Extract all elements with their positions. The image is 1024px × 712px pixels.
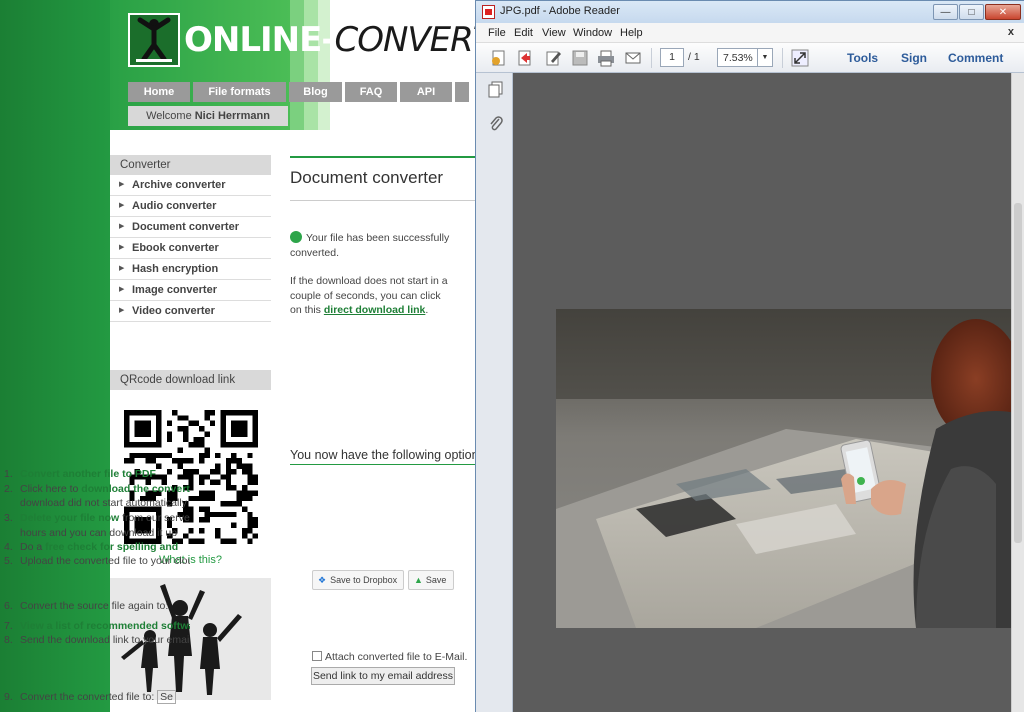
sidebar-item-hash[interactable]: Hash encryption (110, 259, 271, 280)
comment-button[interactable]: Comment (948, 51, 1003, 65)
success-message: Your file has been successfully converte… (290, 231, 460, 260)
option-9: 9. Convert the converted file to: Se (4, 690, 190, 705)
menu-window[interactable]: Window (573, 27, 612, 39)
chevron-down-icon[interactable]: ▼ (757, 49, 772, 66)
nav-file-formats[interactable]: File formats (193, 82, 286, 102)
option-2-continued: download did not start automatically (20, 497, 187, 509)
welcome-prefix: Welcome (146, 110, 192, 122)
welcome-bar[interactable]: Welcome Nici Herrmann (128, 106, 288, 126)
convert-format-select[interactable]: Se (157, 690, 177, 704)
page-total: / 1 (688, 51, 700, 63)
maximize-button[interactable]: □ (959, 4, 984, 20)
option-4: 4. Do a free check for spelling and (4, 541, 179, 553)
scrollbar-thumb[interactable] (1014, 203, 1022, 543)
option-2: 2.Click here to download the converted f… (4, 483, 190, 495)
nav-overflow-item[interactable] (455, 82, 469, 102)
sidebar-item-archive[interactable]: Archive converter (110, 175, 271, 196)
site-logo[interactable]: ONLINE-CONVERT (128, 10, 494, 70)
logo-text-convert: CONVERT (334, 20, 493, 60)
edit-pdf-icon[interactable] (544, 49, 562, 67)
page-title: Document converter (290, 168, 444, 187)
nav-blog[interactable]: Blog (289, 82, 342, 102)
document-area[interactable] (513, 73, 1024, 712)
export-pdf-icon[interactable] (516, 49, 534, 67)
close-document-button[interactable]: x (1008, 26, 1014, 38)
attachments-paperclip-icon[interactable] (488, 115, 504, 133)
page-number-input[interactable]: 1 (660, 48, 684, 67)
minimize-button[interactable]: — (933, 4, 958, 20)
pdf-page-photo (556, 309, 1024, 628)
qr-heading: QRcode download link (110, 370, 271, 390)
toolbar: 1 / 1 7.53% ▼ Tools Sign Comment (476, 43, 1024, 73)
options-title: You now have the following options: (290, 448, 480, 462)
create-pdf-icon[interactable] (490, 49, 508, 67)
direct-download-link[interactable]: direct download link (324, 304, 426, 316)
option-1[interactable]: 1. Convert another file to PDF (4, 467, 190, 482)
tools-button[interactable]: Tools (847, 51, 878, 65)
close-button[interactable]: ✕ (985, 4, 1021, 20)
welcome-user: Nici Herrmann (194, 110, 270, 122)
save-to-drive-button[interactable]: ▲ Save (408, 570, 454, 590)
page-thumbnails-icon[interactable] (488, 81, 504, 99)
sidebar-item-audio[interactable]: Audio converter (110, 196, 271, 217)
zoom-select[interactable]: 7.53% ▼ (717, 48, 773, 67)
logo-figure-icon (128, 13, 180, 67)
attach-file-checkbox[interactable] (312, 651, 322, 661)
options-section: You now have the following options: (290, 448, 480, 465)
download-info-period: . (425, 304, 429, 316)
main-top-rule (290, 156, 480, 158)
sidebar-item-ebook[interactable]: Ebook converter (110, 238, 271, 259)
sign-button[interactable]: Sign (901, 51, 927, 65)
success-check-icon (290, 231, 302, 243)
sidebar-item-document[interactable]: Document converter (110, 217, 271, 238)
adobe-reader-window: JPG.pdf - Adobe Reader — □ ✕ File Edit V… (475, 0, 1024, 712)
sidebar-heading: Converter (110, 155, 271, 175)
sidebar-item-image[interactable]: Image converter (110, 280, 271, 301)
zoom-value: 7.53% (723, 51, 753, 64)
option-3-continued: hours and you can download it up (20, 527, 178, 539)
option-3: 3. Delete your file now from our server (4, 512, 190, 524)
sidebar-item-video[interactable]: Video converter (110, 301, 271, 322)
navigation-pane (476, 73, 513, 712)
menu-help[interactable]: Help (620, 27, 643, 39)
option-7[interactable]: 7. View a list of recommended software (4, 619, 190, 634)
nav-home[interactable]: Home (128, 82, 190, 102)
print-icon[interactable] (597, 49, 615, 67)
options-rule (290, 464, 480, 465)
email-icon[interactable] (624, 49, 642, 67)
save-icon[interactable] (571, 49, 589, 67)
title-rule (290, 200, 480, 201)
vertical-scrollbar[interactable] (1011, 73, 1024, 712)
save-to-dropbox-button[interactable]: ❖ Save to Dropbox (312, 570, 404, 590)
option-8: 8. Send the download link to your email (4, 634, 190, 646)
fullscreen-icon[interactable] (791, 49, 809, 67)
menu-file[interactable]: File (488, 27, 506, 39)
pdf-file-icon (482, 5, 495, 19)
toolbar-separator (782, 48, 783, 68)
converter-sidebar: Converter Archive converter Audio conver… (110, 155, 271, 322)
option-6: 6. Convert the source file again to: (4, 600, 169, 612)
menu-view[interactable]: View (542, 27, 566, 39)
dropbox-icon: ❖ (318, 574, 327, 585)
download-info: If the download does not start in a coup… (290, 274, 450, 318)
success-text: Your file has been successfully converte… (290, 232, 450, 259)
menu-bar: File Edit View Window Help x (476, 23, 1024, 43)
google-drive-icon: ▲ (414, 575, 423, 585)
nav-faq[interactable]: FAQ (345, 82, 397, 102)
attach-file-label: Attach converted file to E-Mail. (325, 651, 468, 663)
main-panel: Document converter Your file has been su… (290, 156, 480, 316)
send-link-email-button[interactable]: Send link to my email address (311, 667, 455, 685)
nav-api[interactable]: API (400, 82, 452, 102)
window-title: JPG.pdf - Adobe Reader (500, 5, 620, 17)
toolbar-separator (651, 48, 652, 68)
title-bar[interactable]: JPG.pdf - Adobe Reader — □ ✕ (476, 1, 1024, 23)
main-nav: Home File formats Blog FAQ API (128, 82, 469, 102)
logo-text-online: ONLINE- (184, 20, 335, 60)
option-5: 5. Upload the converted file to your clou… (4, 555, 190, 567)
menu-edit[interactable]: Edit (514, 27, 533, 39)
